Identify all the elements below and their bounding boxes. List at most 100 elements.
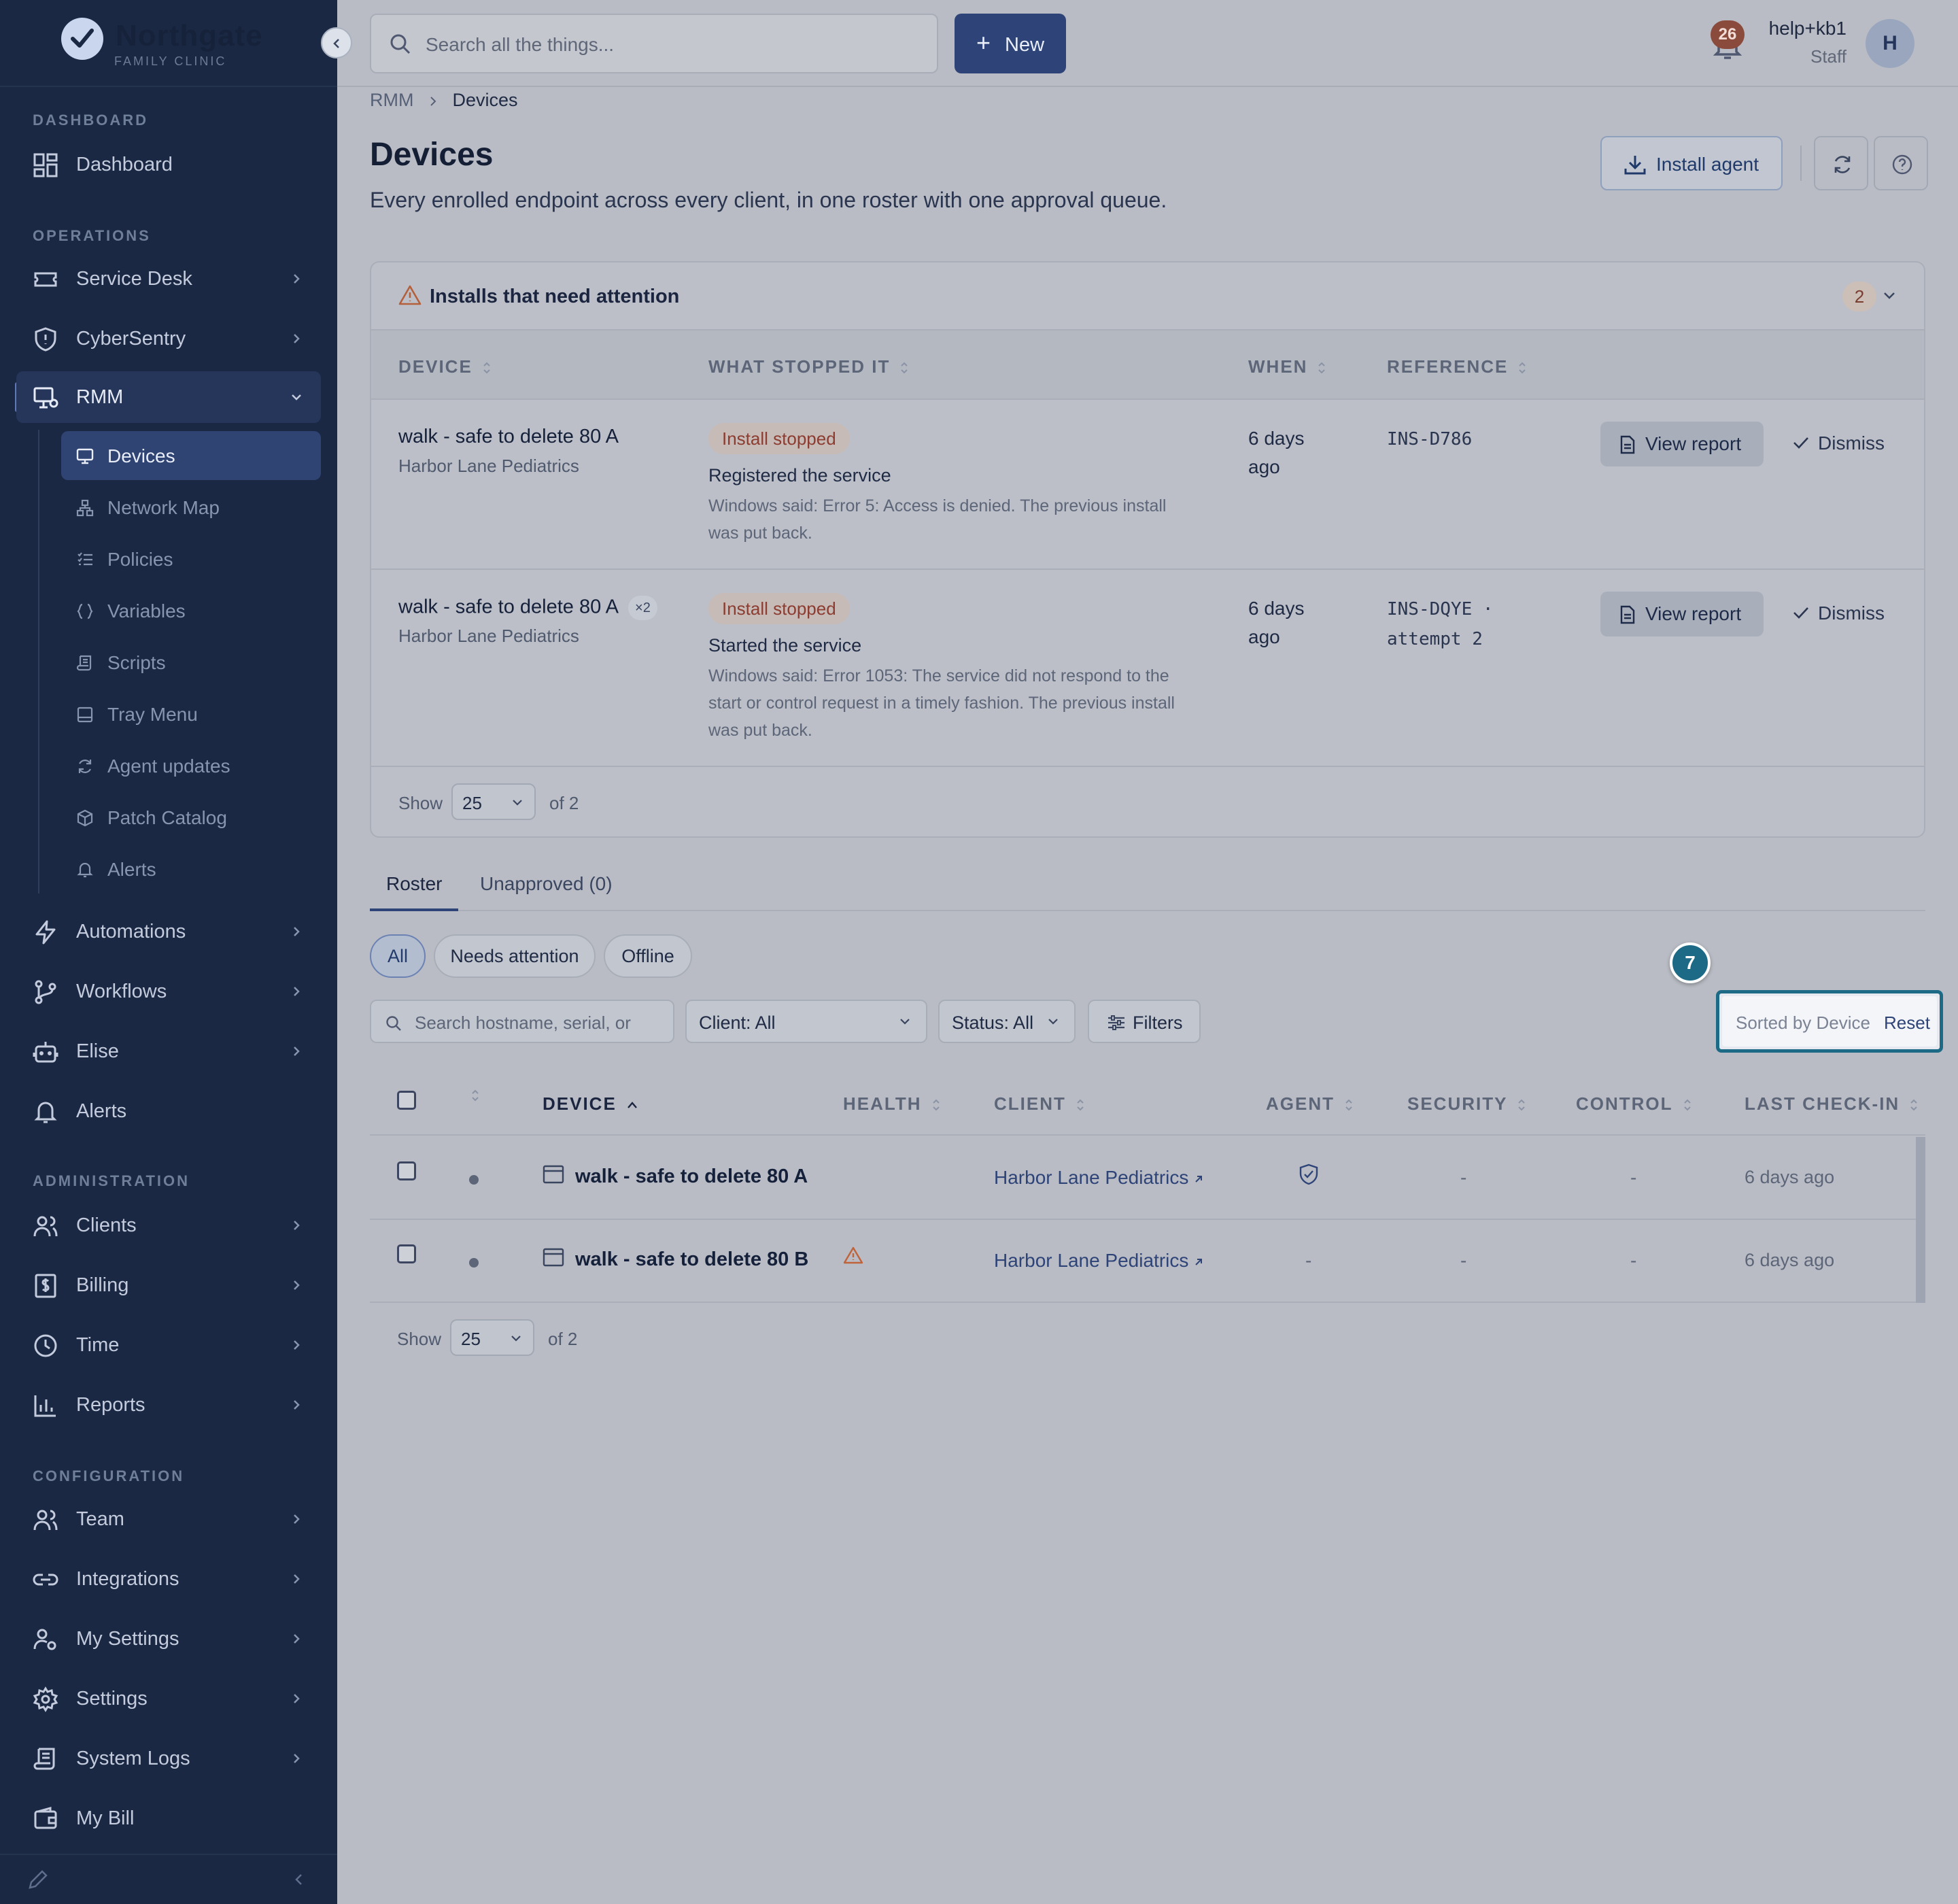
chevron-right-icon [294, 987, 300, 996]
chevron-left-icon[interactable] [291, 1871, 307, 1888]
clock-icon [34, 1334, 57, 1357]
filters-button[interactable]: Filters [1088, 1000, 1201, 1043]
sidebar-subitem-patch-catalog[interactable]: Patch Catalog [61, 793, 321, 842]
sidebar-item-settings[interactable]: Settings [16, 1673, 321, 1724]
col-device[interactable]: DEVICE [543, 1093, 638, 1115]
install-agent-button[interactable]: Install agent [1600, 136, 1783, 190]
refresh-button[interactable] [1814, 136, 1868, 190]
help-button[interactable] [1874, 136, 1928, 190]
reset-sort-button[interactable]: Reset [1884, 1013, 1930, 1034]
client-link[interactable]: Harbor Lane Pediatrics [994, 1167, 1203, 1189]
sort-icon[interactable] [470, 1088, 480, 1103]
col-what-stopped[interactable]: WHAT STOPPED IT [708, 356, 909, 377]
breadcrumb-rmm[interactable]: RMM [370, 90, 413, 110]
sidebar-subitem-variables[interactable]: Variables [61, 586, 321, 635]
control-value: - [1630, 1167, 1637, 1188]
col-reference[interactable]: REFERENCE [1387, 356, 1527, 377]
chevron-down-icon [900, 1019, 910, 1025]
global-search-input[interactable]: Search all the things... [370, 14, 938, 73]
document-icon [1620, 605, 1635, 624]
sort-icon [1683, 1099, 1691, 1111]
sidebar-item-my-settings[interactable]: My Settings [16, 1613, 321, 1665]
row-checkbox[interactable] [397, 1244, 416, 1263]
sidebar-item-clients[interactable]: Clients [16, 1200, 321, 1251]
sidebar-subitem-alerts[interactable]: Alerts [61, 845, 321, 894]
page-size-select[interactable]: 25 [451, 783, 536, 820]
sidebar-subitem-policies[interactable]: Policies [61, 534, 321, 583]
row-checkbox[interactable] [397, 1161, 416, 1180]
refresh-icon [78, 760, 92, 773]
chevron-right-icon [294, 1694, 300, 1703]
col-security[interactable]: SECURITY [1407, 1093, 1526, 1115]
avatar[interactable]: H [1866, 19, 1914, 68]
filter-chip-needs-attention[interactable]: Needs attention [434, 934, 596, 978]
status-select[interactable]: Status: All [938, 1000, 1076, 1043]
panel-header[interactable]: Installs that need attention 2 [371, 262, 1924, 329]
chevron-down-icon [292, 394, 301, 401]
col-last-checkin[interactable]: LAST CHECK-IN [1745, 1093, 1919, 1115]
sidebar-item-my-bill[interactable]: My Bill [16, 1792, 321, 1844]
sidebar-subitem-label: Scripts [107, 652, 166, 673]
view-report-button[interactable]: View report [1600, 592, 1764, 636]
col-client[interactable]: CLIENT [994, 1093, 1085, 1115]
sidebar-item-workflows[interactable]: Workflows [16, 966, 321, 1017]
sidebar-subitem-tray-menu[interactable]: Tray Menu [61, 690, 321, 738]
sidebar-item-billing[interactable]: Billing [16, 1259, 321, 1311]
sidebar-subitem-agent-updates[interactable]: Agent updates [61, 741, 321, 790]
sidebar-item-label: Elise [76, 1040, 119, 1062]
col-agent[interactable]: AGENT [1266, 1093, 1354, 1115]
new-button[interactable]: + New [955, 14, 1066, 73]
section-configuration: CONFIGURATION [33, 1467, 185, 1484]
monitor-icon [76, 448, 94, 464]
bar-chart-icon [34, 1395, 56, 1417]
sidebar-subitem-scripts[interactable]: Scripts [61, 638, 321, 687]
sidebar-item-time[interactable]: Time [16, 1319, 321, 1371]
page-size-select[interactable]: 25 [450, 1319, 534, 1356]
filter-chip-offline[interactable]: Offline [604, 934, 692, 978]
sidebar-item-elise[interactable]: Elise [16, 1025, 321, 1077]
new-button-label: New [1005, 34, 1045, 56]
warning-triangle-icon [843, 1246, 863, 1264]
chevron-right-icon [294, 274, 300, 284]
sidebar-collapse-button[interactable] [321, 27, 352, 58]
sidebar-subitem-label: Policies [107, 549, 173, 570]
table-row[interactable]: walk - safe to delete 80 A Harbor Lane P… [370, 1137, 1925, 1220]
sidebar-item-alerts[interactable]: Alerts [16, 1085, 321, 1137]
device-name: walk - safe to delete 80 A [398, 426, 619, 447]
chevron-right-icon [294, 334, 300, 343]
sidebar-item-team[interactable]: Team [16, 1493, 321, 1545]
sidebar-item-system-logs[interactable]: System Logs [16, 1733, 321, 1784]
monitor-icon [33, 387, 58, 409]
sidebar-item-integrations[interactable]: Integrations [16, 1553, 321, 1605]
col-control[interactable]: CONTROL [1576, 1093, 1692, 1115]
col-when[interactable]: WHEN [1248, 356, 1326, 377]
users-icon [33, 1510, 58, 1531]
brand-logo[interactable]: Northgate FAMILY CLINIC [61, 18, 292, 69]
sidebar-item-service-desk[interactable]: Service Desk [16, 253, 321, 305]
col-health[interactable]: HEALTH [843, 1093, 941, 1115]
sidebar-subitem-devices[interactable]: Devices [61, 431, 321, 480]
sidebar-item-dashboard[interactable]: Dashboard [16, 139, 321, 190]
status-badge: Install stopped [708, 423, 850, 454]
sidebar-item-automations[interactable]: Automations [16, 906, 321, 957]
device-name-link[interactable]: walk - safe to delete 80 B [575, 1248, 808, 1271]
tab-roster[interactable]: Roster [386, 873, 442, 895]
pencil-icon[interactable] [27, 1869, 49, 1890]
device-name-link[interactable]: walk - safe to delete 80 A [575, 1166, 808, 1188]
section-administration: ADMINISTRATION [33, 1172, 190, 1189]
sidebar-item-reports[interactable]: Reports [16, 1379, 321, 1431]
col-device[interactable]: DEVICE [398, 356, 492, 377]
sidebar-item-cybersentry[interactable]: CyberSentry [16, 313, 321, 364]
tab-unapproved[interactable]: Unapproved (0) [480, 873, 613, 895]
client-link[interactable]: Harbor Lane Pediatrics [994, 1250, 1203, 1272]
list-check-icon [78, 552, 92, 566]
table-row[interactable]: walk - safe to delete 80 B Harbor Lane P… [370, 1220, 1925, 1303]
client-select[interactable]: Client: All [685, 1000, 927, 1043]
view-report-button[interactable]: View report [1600, 422, 1764, 466]
select-all-checkbox[interactable] [397, 1091, 416, 1110]
filter-chip-all[interactable]: All [370, 934, 426, 978]
sidebar-item-label: Alerts [76, 1100, 127, 1122]
sidebar-item-rmm[interactable]: RMM [16, 371, 321, 423]
sidebar-subitem-network-map[interactable]: Network Map [61, 483, 321, 532]
roster-search-input[interactable]: Search hostname, serial, or [370, 1000, 674, 1043]
